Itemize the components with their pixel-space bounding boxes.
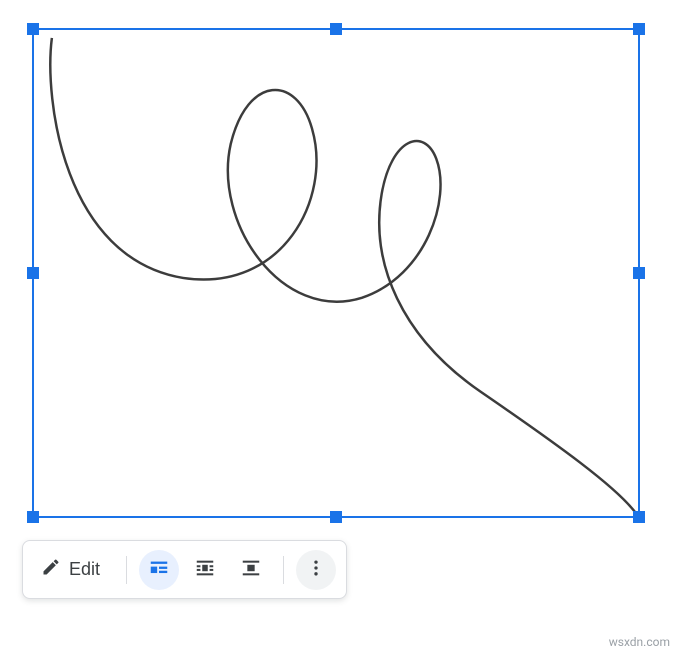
more-options-button[interactable] xyxy=(296,550,336,590)
resize-handle-bottom-left[interactable] xyxy=(27,511,39,523)
image-options-toolbar: Edit xyxy=(22,540,347,599)
edit-button-label: Edit xyxy=(69,559,100,580)
watermark-text: wsxdn.com xyxy=(609,635,670,649)
wrap-text-button[interactable] xyxy=(185,550,225,590)
wrap-text-icon xyxy=(194,557,216,582)
toolbar-divider xyxy=(283,556,284,584)
break-text-button[interactable] xyxy=(231,550,271,590)
pencil-icon xyxy=(41,557,61,582)
resize-handle-middle-right[interactable] xyxy=(633,267,645,279)
resize-handle-top-middle[interactable] xyxy=(330,23,342,35)
resize-handle-top-right[interactable] xyxy=(633,23,645,35)
drawing-canvas xyxy=(34,30,638,516)
more-vertical-icon xyxy=(306,558,326,581)
drawing-selection-box[interactable] xyxy=(32,28,640,518)
resize-handle-bottom-right[interactable] xyxy=(633,511,645,523)
wrap-inline-button[interactable] xyxy=(139,550,179,590)
resize-handle-middle-left[interactable] xyxy=(27,267,39,279)
wrap-inline-icon xyxy=(148,557,170,582)
toolbar-divider xyxy=(126,556,127,584)
resize-handle-bottom-middle[interactable] xyxy=(330,511,342,523)
break-text-icon xyxy=(240,557,262,582)
edit-button[interactable]: Edit xyxy=(33,549,114,590)
resize-handle-top-left[interactable] xyxy=(27,23,39,35)
